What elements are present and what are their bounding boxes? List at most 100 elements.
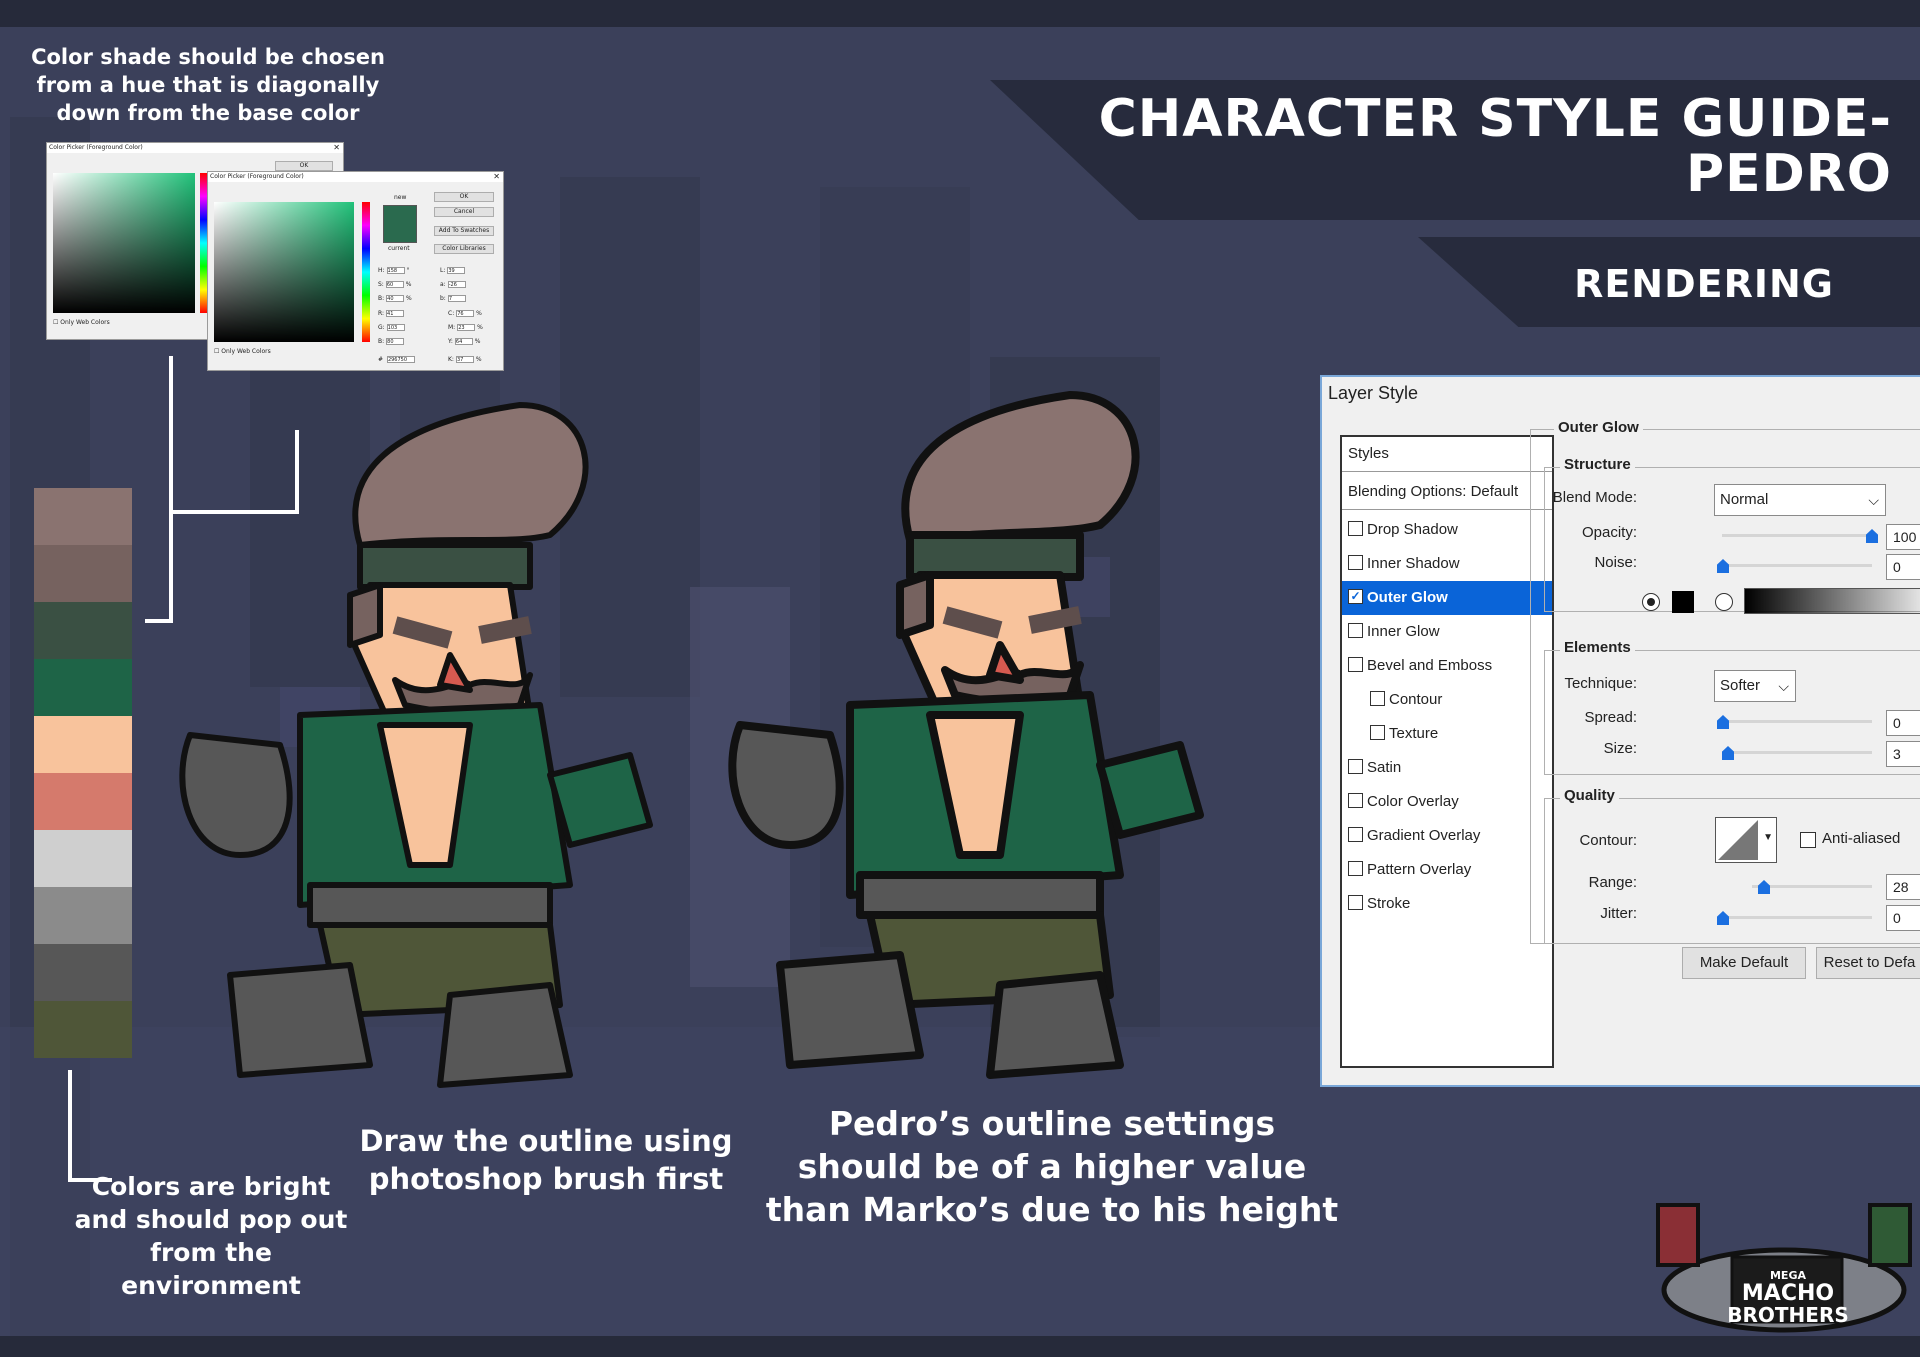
color-picker-back-title: Color Picker (Foreground Color) <box>47 143 343 153</box>
spread-input[interactable]: 0 <box>1886 710 1920 736</box>
color-field[interactable] <box>53 173 195 313</box>
y-value: 64 <box>454 338 473 345</box>
jitter-slider[interactable] <box>1722 916 1872 919</box>
quality-heading: Quality <box>1560 787 1619 804</box>
blend-mode-select[interactable]: Normal ⌵ <box>1714 484 1886 516</box>
m-field[interactable]: M: 23 % <box>448 324 483 331</box>
style-item-outer-glow[interactable]: ✓ Outer Glow <box>1342 581 1552 615</box>
style-item-pattern-overlay[interactable]: Pattern Overlay <box>1342 853 1552 887</box>
make-default-button[interactable]: Make Default <box>1682 947 1806 979</box>
style-item-label: Color Overlay <box>1367 793 1459 810</box>
styles-header[interactable]: Styles <box>1342 437 1552 471</box>
color-libraries-button[interactable]: Color Libraries <box>434 244 494 254</box>
hex-field[interactable]: # 296750 <box>378 356 415 363</box>
lab-b-value: 7 <box>447 295 466 302</box>
only-web-colors-checkbox[interactable]: ☐ Only Web Colors <box>53 319 110 326</box>
reset-to-default-button[interactable]: Reset to Defa <box>1816 947 1920 979</box>
style-checkbox[interactable] <box>1348 758 1363 774</box>
gradient-radio[interactable] <box>1715 593 1733 611</box>
style-checkbox[interactable] <box>1348 622 1363 638</box>
hue-slider[interactable] <box>362 202 370 342</box>
size-label: Size: <box>1603 740 1637 757</box>
range-input[interactable]: 28 <box>1886 874 1920 900</box>
title-line-2: PEDRO <box>1685 144 1892 204</box>
style-item-inner-glow[interactable]: Inner Glow <box>1342 615 1552 649</box>
bv-field[interactable]: B: 80 <box>378 338 405 345</box>
jitter-input[interactable]: 0 <box>1886 905 1920 931</box>
g-field[interactable]: G: 103 <box>378 324 405 331</box>
range-slider[interactable] <box>1752 885 1872 888</box>
color-swatch <box>34 773 132 830</box>
r-field[interactable]: R: 41 <box>378 310 405 317</box>
glow-gradient-swatch[interactable] <box>1744 588 1920 614</box>
close-icon[interactable]: ✕ <box>333 143 340 153</box>
cancel-button[interactable]: Cancel <box>434 207 494 217</box>
close-icon[interactable]: ✕ <box>493 172 500 182</box>
s-field[interactable]: S: 60 % <box>378 281 411 288</box>
style-checkbox[interactable] <box>1348 860 1363 876</box>
glow-color-swatch[interactable] <box>1672 591 1694 613</box>
style-checkbox[interactable] <box>1348 520 1363 536</box>
note-color-shade: Color shade should be chosen from a hue … <box>31 45 385 125</box>
style-checkbox[interactable] <box>1348 894 1363 910</box>
style-item-color-overlay[interactable]: Color Overlay <box>1342 785 1552 819</box>
style-item-drop-shadow[interactable]: Drop Shadow <box>1342 513 1552 547</box>
g-value: 103 <box>386 324 405 331</box>
list-separator <box>1342 509 1552 510</box>
b-field[interactable]: B: 40 % <box>378 295 412 302</box>
solid-color-radio[interactable] <box>1642 593 1660 611</box>
size-slider[interactable] <box>1722 751 1872 754</box>
noise-input[interactable]: 0 <box>1886 554 1920 580</box>
style-item-inner-shadow[interactable]: Inner Shadow <box>1342 547 1552 581</box>
color-field[interactable] <box>214 202 354 342</box>
style-checkbox[interactable]: ✓ <box>1348 588 1363 604</box>
c-value: 76 <box>456 310 475 317</box>
technique-select[interactable]: Softer ⌵ <box>1714 670 1796 702</box>
ok-button[interactable]: OK <box>434 192 494 202</box>
style-checkbox[interactable] <box>1370 724 1385 740</box>
style-item-contour[interactable]: Contour <box>1342 683 1552 717</box>
size-input[interactable]: 3 <box>1886 741 1920 767</box>
only-web-colors-label: Only Web Colors <box>221 348 271 355</box>
ok-button[interactable]: OK <box>275 161 333 171</box>
a-field[interactable]: a: -26 <box>440 281 466 288</box>
k-field[interactable]: K: 37 % <box>448 356 482 363</box>
only-web-colors-checkbox[interactable]: ☐ Only Web Colors <box>214 348 271 355</box>
opacity-slider[interactable] <box>1722 534 1872 537</box>
new-label: new <box>394 194 407 201</box>
c-field[interactable]: C: 76 % <box>448 310 482 317</box>
style-item-stroke[interactable]: Stroke <box>1342 887 1552 921</box>
spread-slider[interactable] <box>1722 720 1872 723</box>
structure-heading: Structure <box>1560 456 1635 473</box>
style-checkbox[interactable] <box>1348 554 1363 570</box>
h-field[interactable]: H: 158 ° <box>378 267 409 274</box>
lab-b-field[interactable]: b: 7 <box>440 295 466 302</box>
b-value: 40 <box>386 295 405 302</box>
style-item-satin[interactable]: Satin <box>1342 751 1552 785</box>
style-checkbox[interactable] <box>1348 826 1363 842</box>
new-color-swatch <box>383 205 417 243</box>
style-item-bevel-and-emboss[interactable]: Bevel and Emboss <box>1342 649 1552 683</box>
l-field[interactable]: L: 39 <box>440 267 466 274</box>
blend-mode-label: Blend Mode: <box>1552 489 1637 506</box>
style-checkbox[interactable] <box>1348 656 1363 672</box>
styles-list: Styles Blending Options: Default Drop Sh… <box>1340 435 1554 1068</box>
h-value: 158 <box>386 267 405 274</box>
logo-text-brothers: BROTHERS <box>1727 1303 1849 1327</box>
range-label: Range: <box>1588 874 1637 891</box>
style-item-texture[interactable]: Texture <box>1342 717 1552 751</box>
style-item-gradient-overlay[interactable]: Gradient Overlay <box>1342 819 1552 853</box>
y-field[interactable]: Y: 64 % <box>448 338 481 345</box>
add-to-swatches-button[interactable]: Add To Swatches <box>434 226 494 236</box>
opacity-input[interactable]: 100 <box>1886 524 1920 550</box>
blending-options[interactable]: Blending Options: Default <box>1342 475 1552 509</box>
layer-style-dialog: Layer Style Styles Blending Options: Def… <box>1320 375 1920 1087</box>
style-checkbox[interactable] <box>1370 690 1385 706</box>
style-checkbox[interactable] <box>1348 792 1363 808</box>
color-swatch <box>34 716 132 773</box>
color-swatch <box>34 545 132 602</box>
contour-picker[interactable]: ▼ <box>1715 817 1777 863</box>
noise-slider[interactable] <box>1722 564 1872 567</box>
anti-aliased-checkbox[interactable] <box>1800 832 1816 848</box>
bottom-band <box>0 1336 1920 1357</box>
